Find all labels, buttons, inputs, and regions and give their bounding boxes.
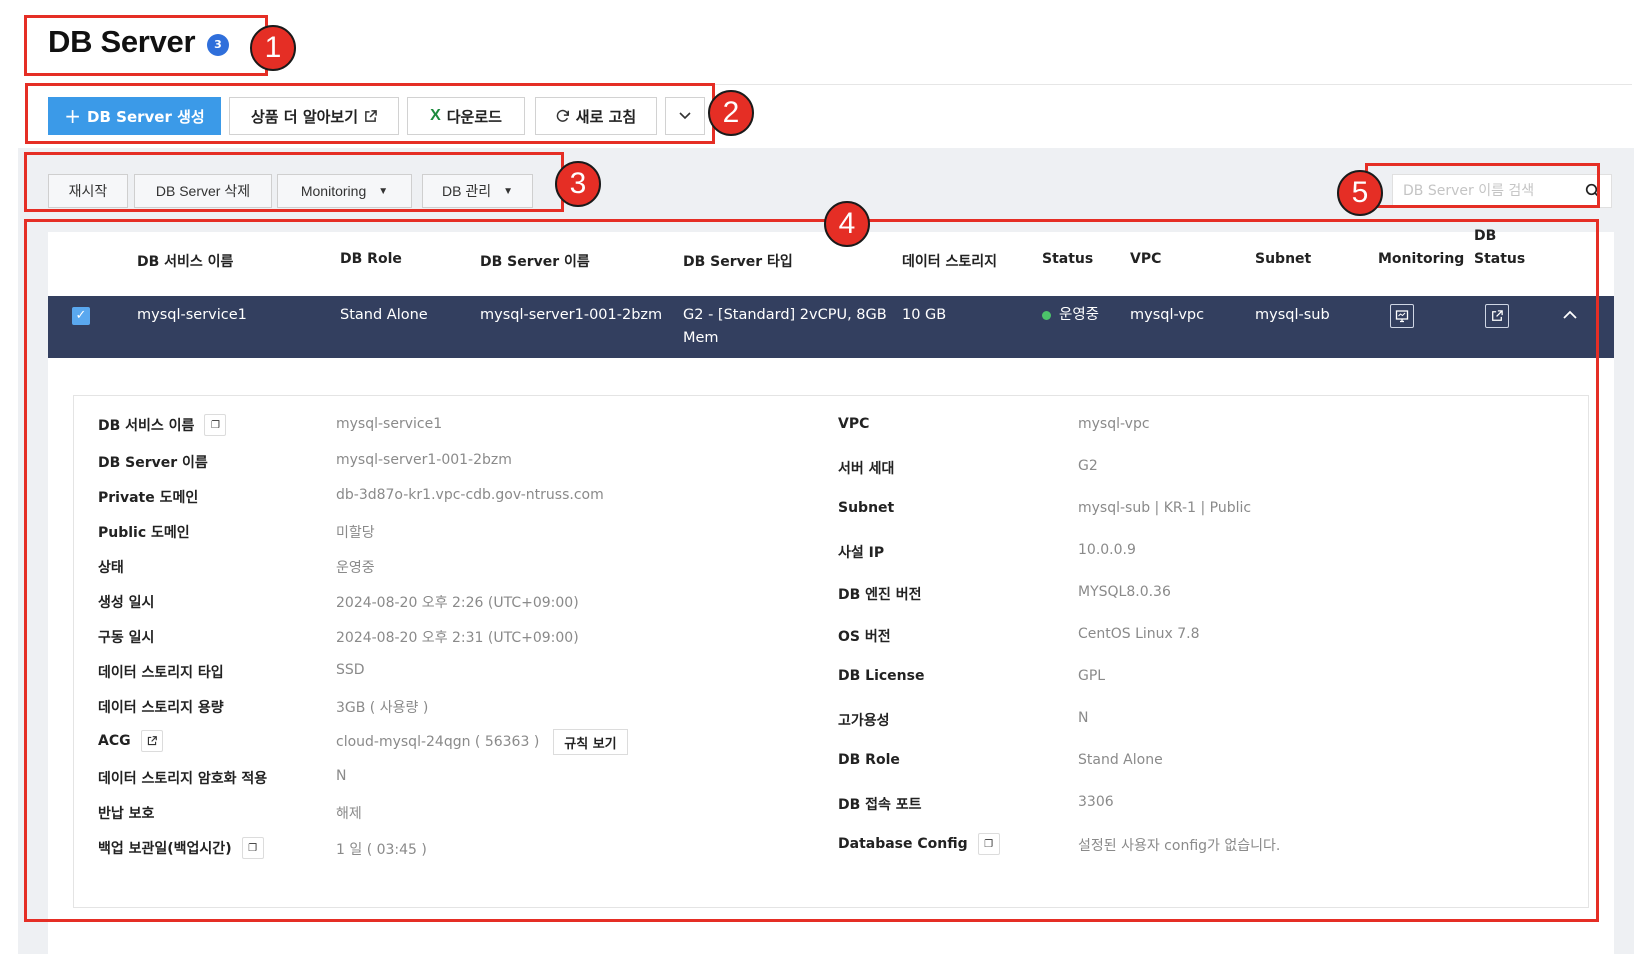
annotation-box-2 (25, 83, 715, 144)
annotation-box-3 (24, 152, 564, 212)
annotation-box-1 (24, 15, 268, 76)
annotation-marker-1: 1 (250, 25, 296, 71)
annotation-box-4 (24, 219, 1599, 922)
annotation-marker-2: 2 (708, 90, 754, 136)
annotation-marker-4: 4 (824, 201, 870, 247)
annotation-marker-3: 3 (555, 161, 601, 207)
annotation-box-5 (1365, 163, 1600, 208)
annotation-marker-5: 5 (1337, 170, 1383, 216)
